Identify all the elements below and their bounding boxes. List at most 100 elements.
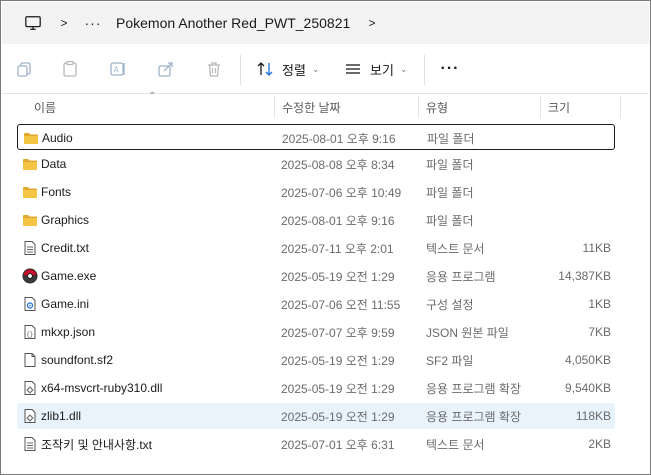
chevron-down-icon: ⌄ [311, 63, 320, 74]
see-more-button[interactable]: ··· [438, 57, 462, 81]
file-name: Data [41, 157, 67, 171]
sort-label: 정렬 [282, 62, 306, 78]
file-size: 1KB [588, 297, 611, 311]
column-header-row: ⌃ 이름 수정한 날짜 유형 크기 [2, 91, 649, 120]
view-list-icon [346, 64, 360, 74]
pokeball-app-icon [20, 263, 40, 289]
file-name: Game.ini [41, 297, 90, 311]
settings-file-icon [20, 291, 40, 317]
file-name: mkxp.json [41, 325, 96, 339]
file-row[interactable]: {} mkxp.json 2025-07-07 오후 9:59 JSON 원본 파일 7… [17, 319, 615, 345]
file-type: 텍스트 문서 [426, 437, 485, 452]
file-name: Audio [42, 131, 73, 145]
file-modified-date: 2025-08-01 오후 9:16 [281, 213, 395, 228]
folder-icon [20, 207, 40, 233]
paste-icon[interactable] [58, 57, 82, 81]
file-size: 11KB [582, 241, 611, 255]
file-name: x64-msvcrt-ruby310.dll [41, 381, 163, 395]
file-row[interactable]: Graphics 2025-08-01 오후 9:16 파일 폴더 [17, 207, 615, 233]
file-type: 파일 폴더 [427, 131, 475, 146]
file-modified-date: 2025-08-08 오후 8:34 [281, 157, 395, 172]
file-name: zlib1.dll [41, 409, 82, 423]
breadcrumb-current-folder[interactable]: Pokemon Another Red_PWT_250821 [116, 12, 350, 34]
column-header-type[interactable]: 유형 [418, 94, 540, 120]
file-modified-date: 2025-07-07 오후 9:59 [281, 325, 395, 340]
file-type: 구성 설정 [426, 297, 474, 312]
file-modified-date: 2025-05-19 오전 1:29 [281, 353, 395, 368]
file-modified-date: 2025-07-06 오후 10:49 [281, 185, 402, 200]
file-size: 2KB [588, 437, 611, 451]
view-button[interactable]: 보기 ⌄ [344, 57, 407, 81]
file-name: Graphics [41, 213, 90, 227]
column-header-modified[interactable]: 수정한 날짜 [274, 94, 418, 120]
file-row[interactable]: Data 2025-08-08 오후 8:34 파일 폴더 [17, 151, 615, 177]
file-modified-date: 2025-05-19 오전 1:29 [281, 269, 395, 284]
file-row[interactable]: Audio 2025-08-01 오후 9:16 파일 폴더 [17, 124, 615, 150]
address-bar: > ··· Pokemon Another Red_PWT_250821 > [2, 2, 649, 44]
toolbar-divider [424, 55, 425, 85]
share-icon[interactable] [154, 57, 178, 81]
file-size: 9,540KB [564, 381, 611, 395]
column-header-name[interactable]: 이름 [26, 94, 274, 120]
file-name: Credit.txt [41, 241, 90, 255]
file-row[interactable]: 조작키 및 안내사항.txt 2025-07-01 오후 6:31 텍스트 문서 2K… [17, 431, 615, 457]
file-size: 7KB [588, 325, 611, 339]
file-size: 118KB [575, 409, 611, 423]
file-row[interactable]: zlib1.dll 2025-05-19 오전 1:29 응용 프로그램 확장 118… [17, 403, 615, 429]
breadcrumb-chevron-icon[interactable]: > [54, 12, 74, 34]
file-explorer-window: > ··· Pokemon Another Red_PWT_250821 > A… [0, 0, 651, 475]
file-name: 조작키 및 안내사항.txt [41, 437, 152, 452]
json-file-icon: {} [20, 319, 40, 345]
file-modified-date: 2025-05-19 오전 1:29 [281, 409, 395, 424]
svg-text:A: A [114, 66, 120, 75]
file-size: 14,387KB [558, 269, 611, 283]
file-modified-date: 2025-07-01 오후 6:31 [281, 437, 395, 452]
file-modified-date: 2025-07-11 오후 2:01 [281, 241, 394, 256]
column-header-size[interactable]: 크기 [540, 94, 620, 120]
file-row[interactable]: soundfont.sf2 2025-05-19 오전 1:29 SF2 파일 4,0… [17, 347, 615, 373]
file-type: 파일 폴더 [426, 157, 474, 172]
file-type: 응용 프로그램 확장 [426, 409, 521, 424]
chevron-down-icon: ⌄ [399, 63, 408, 74]
computer-icon[interactable] [22, 12, 44, 34]
svg-text:{}: {} [26, 331, 33, 338]
file-row[interactable]: Credit.txt 2025-07-11 오후 2:01 텍스트 문서 11KB [17, 235, 615, 261]
delete-icon[interactable] [202, 57, 226, 81]
rename-icon[interactable]: A [106, 57, 130, 81]
breadcrumb-expand-chevron-icon[interactable]: > [362, 12, 382, 34]
file-size: 4,050KB [564, 353, 611, 367]
file-type: 응용 프로그램 [426, 269, 496, 284]
file-row[interactable]: Game.ini 2025-07-06 오전 11:55 구성 설정 1KB [17, 291, 615, 317]
file-type: 파일 폴더 [426, 185, 474, 200]
file-modified-date: 2025-05-19 오전 1:29 [281, 381, 395, 396]
dll-file-icon [20, 375, 40, 401]
file-modified-date: 2025-07-06 오전 11:55 [281, 297, 401, 312]
sort-icon [257, 62, 273, 76]
dll-file-icon [20, 403, 40, 429]
file-name: Game.exe [41, 269, 97, 283]
file-type: SF2 파일 [426, 353, 474, 368]
file-row[interactable]: Game.exe 2025-05-19 오전 1:29 응용 프로그램 14,387K… [17, 263, 615, 289]
blank-file-icon [20, 347, 40, 373]
file-type: 텍스트 문서 [426, 241, 485, 256]
text-file-icon [20, 235, 40, 261]
text-file-icon [20, 431, 40, 457]
copy-icon[interactable] [12, 57, 36, 81]
folder-icon [21, 125, 41, 151]
sort-button[interactable]: 정렬 ⌄ [256, 57, 319, 81]
breadcrumb-more-button[interactable]: ··· [82, 12, 104, 34]
column-divider[interactable] [620, 96, 621, 118]
file-type: JSON 원본 파일 [426, 325, 509, 340]
file-row[interactable]: x64-msvcrt-ruby310.dll 2025-05-19 오전 1:29… [17, 375, 615, 401]
toolbar-divider [240, 55, 241, 85]
file-type: 파일 폴더 [426, 213, 474, 228]
folder-icon [20, 151, 40, 177]
file-name: soundfont.sf2 [41, 353, 114, 367]
command-bar: A 정렬 ⌄ 보기 ⌄ ··· [2, 44, 649, 94]
file-row[interactable]: Fonts 2025-07-06 오후 10:49 파일 폴더 [17, 179, 615, 205]
folder-icon [20, 179, 40, 205]
file-type: 응용 프로그램 확장 [426, 381, 521, 396]
file-modified-date: 2025-08-01 오후 9:16 [282, 131, 396, 146]
file-name: Fonts [41, 185, 72, 199]
view-label: 보기 [370, 62, 394, 78]
